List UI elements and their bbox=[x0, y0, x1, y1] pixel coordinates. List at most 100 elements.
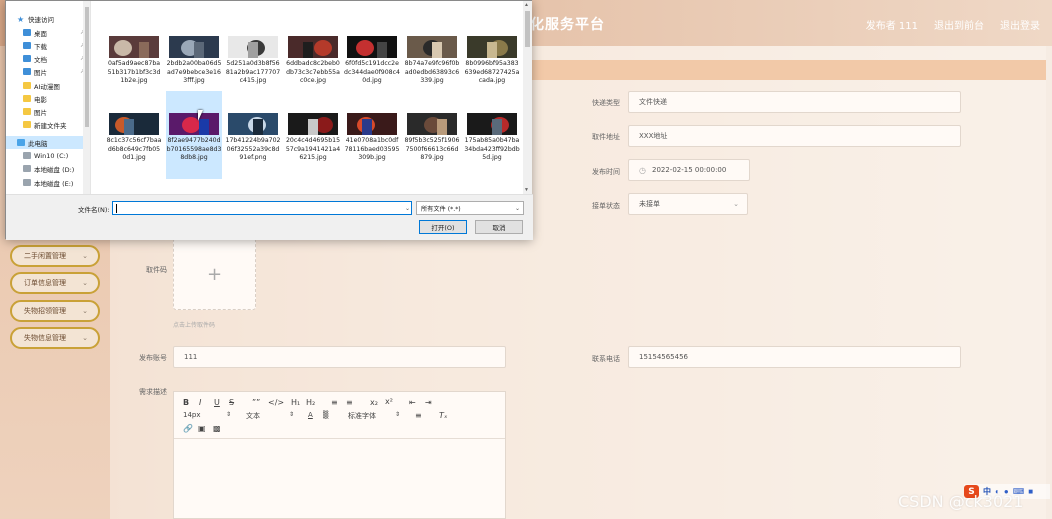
nav-item-label: 此电脑 bbox=[28, 139, 48, 148]
cancel-button[interactable]: 取消 bbox=[475, 220, 523, 234]
nav-item[interactable]: 图片 bbox=[6, 105, 90, 118]
publish-time-picker[interactable]: ◷ 2022-02-15 00:00:00 bbox=[628, 159, 750, 181]
underline-icon[interactable]: U bbox=[214, 398, 220, 407]
open-button[interactable]: 打开(O) bbox=[419, 220, 467, 234]
code-icon[interactable]: </> bbox=[268, 398, 284, 407]
menu-item-orders[interactable]: 订单信息管理 ⌄ bbox=[10, 272, 100, 294]
nav-item[interactable]: 文档↗ bbox=[6, 52, 90, 65]
file-item[interactable]: 0af5ad9aec87ba51b317b1bf3c3d1b2e.jpg bbox=[106, 31, 162, 99]
file-name: 8f2ae9477b240db70165598ae8d38db8.jpg bbox=[166, 137, 222, 161]
file-item[interactable]: 2bdb2a00ba06d5ad7e9bebce3e163fff.jpg bbox=[166, 31, 222, 99]
font-size-select[interactable]: 14px bbox=[183, 411, 201, 419]
nav-scrollbar[interactable] bbox=[83, 1, 90, 194]
express-type-input[interactable]: 文件快递 bbox=[628, 91, 961, 113]
file-item[interactable]: 20c4c4d4695b1557c9a1941421a46215.jpg bbox=[285, 108, 341, 180]
image-thumbnail bbox=[288, 36, 338, 58]
file-item[interactable]: 5d251a0d3b8f5681a2b9ac177707c415.jpg bbox=[225, 31, 281, 99]
navigation-pane: 本地磁盘 (E:) 本地磁盘 (D:) Win10 (C:) 此电脑 新建文件夹 图片 电影… bbox=[6, 1, 91, 194]
indent-icon[interactable]: ⇥ bbox=[425, 398, 432, 407]
file-item[interactable]: 8b74a7e9fc96f0bad0edbd63893c6339.jpg bbox=[404, 31, 460, 99]
video-icon[interactable]: ▩ bbox=[213, 424, 221, 433]
strikethrough-icon[interactable]: S bbox=[229, 398, 234, 407]
phone-input[interactable]: 15154565456 bbox=[628, 346, 961, 368]
pickup-code-uploader[interactable]: + bbox=[173, 238, 256, 310]
header-logout-link[interactable]: 退出登录 bbox=[1000, 17, 1040, 32]
menu-item-lost-found[interactable]: 失物招领管理 ⌄ bbox=[10, 300, 100, 322]
nav-item[interactable]: 本地磁盘 (D:) bbox=[6, 162, 90, 175]
outdent-icon[interactable]: ⇤ bbox=[409, 398, 416, 407]
pickup-code-label: 取件码 bbox=[146, 266, 167, 274]
clock-icon: ◷ bbox=[639, 165, 646, 175]
font-color-icon[interactable]: A bbox=[308, 411, 313, 419]
chevron-down-icon[interactable]: ⌄ bbox=[402, 201, 413, 215]
nav-item[interactable]: 电影 bbox=[6, 92, 90, 105]
computer-icon bbox=[17, 139, 25, 146]
nav-item[interactable]: 新建文件夹 bbox=[6, 118, 90, 131]
nav-item[interactable]: 桌面↗ bbox=[6, 26, 90, 39]
image-thumbnail bbox=[467, 113, 517, 135]
file-item[interactable]: 6f0fd5c191dcc2edc344dae0f908c40d.jpg bbox=[344, 31, 400, 99]
nav-item-label: 桌面 bbox=[34, 29, 47, 38]
file-item[interactable]: 89f5b3c525f19067500f66613c66d879.jpg bbox=[404, 108, 460, 180]
drive-icon bbox=[23, 152, 31, 159]
editor-toolbar: B I U S ”” </> H₁ H₂ ≡ ≡ x₂ x² ⇤ ⇥ 14px … bbox=[174, 392, 505, 439]
filename-input[interactable] bbox=[112, 201, 412, 215]
bullet-list-icon[interactable]: ≡ bbox=[346, 398, 353, 407]
nav-item[interactable]: 图片↗ bbox=[6, 65, 90, 78]
file-item[interactable]: 41e0708a1bc0df78116baed03595309b.jpg bbox=[344, 108, 400, 180]
image-icon[interactable]: ▣ bbox=[198, 424, 206, 433]
superscript-icon[interactable]: x² bbox=[385, 397, 393, 406]
file-item[interactable]: 8b0996bf95a383639ed68727425acada.jpg bbox=[464, 31, 520, 99]
heading2-icon[interactable]: H₂ bbox=[306, 398, 315, 407]
clear-format-icon[interactable]: Tₓ bbox=[439, 411, 447, 420]
menu-item-label: 二手闲置管理 bbox=[24, 252, 66, 260]
quote-icon[interactable]: ”” bbox=[252, 398, 260, 407]
nav-item-label: AI动漫图 bbox=[34, 82, 60, 91]
express-type-label: 快递类型 bbox=[592, 99, 620, 107]
link-icon[interactable]: 🔗 bbox=[183, 424, 193, 433]
file-item[interactable]: 6ddbadc8c2beb0db73c3c7ebb55ac0ce.jpg bbox=[285, 31, 341, 99]
skin-icon[interactable]: ■ bbox=[1028, 487, 1033, 496]
image-thumbnail bbox=[228, 36, 278, 58]
nav-item-label: 新建文件夹 bbox=[34, 121, 67, 130]
file-item[interactable]: 175ab85a0b47ba34bda423ff92bdb5d.jpg bbox=[464, 108, 520, 180]
nav-item[interactable]: AI动漫图 bbox=[6, 79, 90, 92]
nav-item[interactable]: 下载↗ bbox=[6, 39, 90, 52]
menu-item-secondhand[interactable]: 二手闲置管理 ⌄ bbox=[10, 245, 100, 267]
ordered-list-icon[interactable]: ≡ bbox=[331, 398, 338, 407]
file-item[interactable]: 8f2ae9477b240db70165598ae8d38db8.jpg bbox=[166, 91, 222, 179]
bold-icon[interactable]: B bbox=[183, 398, 189, 407]
nav-item[interactable]: ★ 快速访问 bbox=[6, 12, 90, 25]
heading1-icon[interactable]: H₁ bbox=[291, 398, 300, 407]
scroll-down-icon[interactable]: ▼ bbox=[524, 187, 529, 193]
filetype-value: 所有文件 (*.*) bbox=[421, 205, 461, 213]
publisher-account-input[interactable]: 111 bbox=[173, 346, 506, 368]
chevron-down-icon: ⌄ bbox=[514, 204, 520, 212]
file-item[interactable]: 8c1c37c56cf7baad6b8c649c7fb050d1.jpg bbox=[106, 108, 162, 180]
nav-item-label: 快速访问 bbox=[28, 15, 54, 24]
chevron-down-icon: ⌄ bbox=[82, 307, 88, 315]
nav-item[interactable]: 此电脑 bbox=[6, 136, 90, 149]
filetype-select[interactable]: 所有文件 (*.*) ⌄ bbox=[416, 201, 524, 215]
header-user-link[interactable]: 发布者 111 bbox=[866, 17, 918, 32]
font-family-select[interactable]: 标准字体 bbox=[348, 411, 376, 421]
file-list-scrollbar[interactable]: ▲ ▼ bbox=[523, 1, 532, 194]
chevron-down-icon: ⌄ bbox=[82, 334, 88, 342]
pickup-address-value: XXX地址 bbox=[639, 132, 668, 140]
subscript-icon[interactable]: x₂ bbox=[370, 398, 378, 407]
pickup-address-input[interactable]: XXX地址 bbox=[628, 125, 961, 147]
order-status-select[interactable]: 未接单 ⌄ bbox=[628, 193, 748, 215]
menu-item-lost-info[interactable]: 失物信息管理 ⌄ bbox=[10, 327, 100, 349]
file-name: 8b0996bf95a383639ed68727425acada.jpg bbox=[464, 60, 520, 84]
mouse-cursor-icon bbox=[198, 110, 208, 121]
align-icon[interactable]: ≡ bbox=[415, 411, 422, 420]
paragraph-select[interactable]: 文本 bbox=[246, 411, 260, 421]
header-front-link[interactable]: 退出到前台 bbox=[934, 17, 984, 32]
background-color-icon[interactable]: ▒ bbox=[323, 411, 328, 419]
italic-icon[interactable]: I bbox=[199, 398, 201, 407]
file-item[interactable]: 17b41224b9a70206f32552a39c8d91ef.png bbox=[225, 108, 281, 180]
rich-text-editor[interactable]: B I U S ”” </> H₁ H₂ ≡ ≡ x₂ x² ⇤ ⇥ 14px … bbox=[173, 391, 506, 519]
nav-item[interactable]: Win10 (C:) bbox=[6, 149, 90, 162]
nav-item[interactable]: 本地磁盘 (E:) bbox=[6, 176, 90, 189]
scroll-up-icon[interactable]: ▲ bbox=[524, 2, 529, 8]
